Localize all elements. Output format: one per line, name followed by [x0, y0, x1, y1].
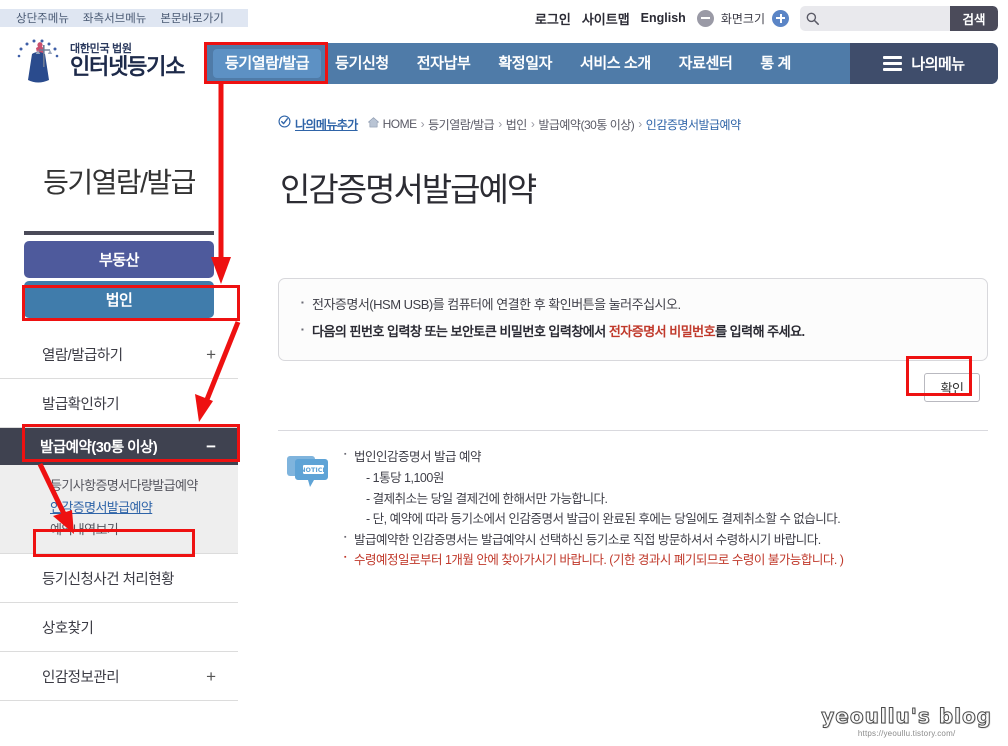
plus-circle-icon[interactable] [772, 9, 789, 27]
skip-link-side-menu[interactable]: 좌측서브메뉴 [83, 10, 146, 26]
sidebar-item-application-status[interactable]: 등기신청사건 처리현황 [0, 554, 238, 604]
svg-text:NOTICE: NOTICE [300, 466, 327, 474]
instruction-line-2-pre: 다음의 핀번호 입력창 또는 보안토큰 비밀번호 입력창에서 [312, 324, 609, 340]
sidebar-tab-corporation[interactable]: 법인 [24, 281, 214, 318]
notice-item: - 단, 예약에 따라 등기소에서 인감증명서 발급이 완료된 후에는 당일에도… [366, 512, 841, 527]
nav-item-data-center[interactable]: 자료센터 [665, 43, 747, 84]
my-menu-button[interactable]: 나의메뉴 [850, 43, 998, 84]
notice-item: - 1통당 1,100원 [366, 470, 444, 485]
logo-text: 대한민국 법원 인터넷등기소 [70, 43, 185, 80]
sidebar-item-bulk-reservation[interactable]: 발급예약(30통 이상) − [0, 428, 238, 465]
page-title: 인감증명서발급예약 [280, 171, 537, 208]
add-to-my-menu-label: 나의메뉴추가 [295, 117, 358, 132]
add-to-my-menu-button[interactable]: 나의메뉴추가 [278, 115, 358, 133]
sidebar-item-label: 인감정보관리 [42, 669, 120, 686]
sidebar-submenu: 등기사항증명서다량발급예약 인감증명서발급예약 예약내역보기 [0, 465, 238, 555]
sidebar-tab-real-estate[interactable]: 부동산 [24, 241, 214, 278]
notice-text-list: 법인인감증명서 발급 예약 - 1통당 1,100원 - 결제취소는 당일 결제… [344, 447, 988, 571]
instruction-line-2: 다음의 핀번호 입력창 또는 보안토큰 비밀번호 입력창에서 전자증명서 비밀번… [301, 322, 965, 342]
skip-link-content[interactable]: 본문바로가기 [160, 10, 223, 26]
home-icon[interactable] [367, 116, 380, 132]
sidebar-title: 등기열람/발급 [43, 167, 196, 198]
instruction-line-1: 전자증명서(HSM USB)를 컴퓨터에 연결한 후 확인버튼을 눌러주십시오. [301, 295, 965, 315]
sidebar-item-label: 발급예약(30통 이상) [40, 440, 158, 456]
breadcrumb-item-registry-view[interactable]: 등기열람/발급 [428, 116, 495, 133]
sidebar-item-label: 상호찾기 [42, 620, 94, 637]
instruction-line-2-post: 를 입력해 주세요. [715, 324, 805, 340]
instruction-highlight: 전자증명서 비밀번호 [608, 324, 716, 340]
page-root: 상단주메뉴 좌측서브메뉴 본문바로가기 로그인 사이트맵 English 화면크… [0, 0, 1008, 746]
breadcrumb-separator: › [530, 117, 535, 131]
breadcrumb: 나의메뉴추가 HOME › 등기열람/발급 › 법인 › 발급예약(30통 이상… [278, 112, 988, 136]
notice-section: NOTICE 법인인감증명서 발급 예약 - 1통당 1,100원 - 결제취소… [278, 447, 988, 571]
nav-item-statistics[interactable]: 통 계 [746, 43, 805, 84]
watermark-url: https://yeoullu.tistory.com/ [857, 729, 956, 738]
sidebar-subitem-reservation-history[interactable]: 예약내역보기 [0, 519, 238, 541]
logo-title: 인터넷등기소 [70, 54, 185, 80]
notice-item: - 결제취소는 당일 결제건에 한해서만 가능합니다. [366, 491, 608, 506]
sidebar-subitem-seal-certificate-reservation[interactable]: 인감증명서발급예약 [0, 497, 238, 519]
breadcrumb-trail: HOME › 등기열람/발급 › 법인 › 발급예약(30통 이상) › 인감증… [367, 116, 741, 133]
search-icon [800, 12, 824, 25]
main-content: 나의메뉴추가 HOME › 등기열람/발급 › 법인 › 발급예약(30통 이상… [278, 112, 988, 571]
minus-circle-icon[interactable] [696, 9, 714, 27]
global-nav: 등기열람/발급 등기신청 전자납부 확정일자 서비스 소개 자료센터 통 계 나… [205, 43, 998, 84]
expand-plus-icon: + [206, 666, 216, 686]
blog-watermark: yeoullu's blog https://yeoullu.tistory.c… [821, 704, 992, 739]
sidebar-subitem-bulk-certificate[interactable]: 등기사항증명서다량발급예약 [0, 475, 238, 497]
confirm-button-row: 확인 [278, 373, 988, 403]
court-scales-emblem-icon [12, 36, 64, 86]
breadcrumb-item-corporation[interactable]: 법인 [506, 116, 528, 133]
hamburger-icon [883, 56, 903, 71]
utility-bar: 로그인 사이트맵 English 화면크기 검색 [535, 5, 998, 31]
sidebar-item-seal-info-management[interactable]: 인감정보관리 + [0, 652, 238, 702]
skip-links-bar: 상단주메뉴 좌측서브메뉴 본문바로가기 [0, 9, 248, 27]
notice-item: 발급예약한 인감증명서는 발급예약시 선택하신 등기소로 직접 방문하셔서 수령… [344, 530, 988, 551]
content-divider [278, 430, 988, 432]
nav-item-epayment[interactable]: 전자납부 [403, 43, 485, 84]
screen-size-label: 화면크기 [720, 11, 765, 26]
notice-item: 법인인감증명서 발급 예약 [344, 447, 988, 468]
breadcrumb-item-bulk-reservation[interactable]: 발급예약(30통 이상) [538, 116, 634, 133]
breadcrumb-item-home[interactable]: HOME [383, 117, 418, 131]
sidebar-menu-list: 열람/발급하기 + 발급확인하기 발급예약(30통 이상) − 등기사항증명서다… [0, 330, 238, 702]
sidebar-divider [24, 231, 214, 235]
search-input[interactable] [824, 5, 950, 31]
sidebar-item-label: 열람/발급하기 [42, 347, 123, 364]
nav-item-fixed-date[interactable]: 확정일자 [484, 43, 566, 84]
site-logo[interactable]: 대한민국 법원 인터넷등기소 [12, 36, 185, 86]
notice-speech-bubble-icon: NOTICE [286, 449, 330, 493]
breadcrumb-separator: › [498, 117, 502, 131]
sidebar-item-view-issue[interactable]: 열람/발급하기 + [0, 330, 238, 379]
expand-plus-icon: + [206, 344, 216, 364]
sitemap-link[interactable]: 사이트맵 [582, 9, 630, 28]
sidebar-item-issue-check[interactable]: 발급확인하기 [0, 379, 238, 428]
global-nav-items: 등기열람/발급 등기신청 전자납부 확정일자 서비스 소개 자료센터 통 계 [205, 43, 850, 84]
sidebar-item-label: 발급확인하기 [42, 396, 120, 413]
collapse-minus-icon: − [206, 437, 216, 456]
breadcrumb-separator: › [638, 117, 642, 131]
skip-link-top-menu[interactable]: 상단주메뉴 [16, 10, 69, 26]
instruction-box: 전자증명서(HSM USB)를 컴퓨터에 연결한 후 확인버튼을 눌러주십시오.… [278, 278, 988, 362]
search-button[interactable]: 검색 [950, 5, 998, 31]
nav-item-registry-view[interactable]: 등기열람/발급 [213, 49, 322, 78]
sidebar-item-find-company-name[interactable]: 상호찾기 [0, 603, 238, 653]
confirm-button[interactable]: 확인 [924, 373, 980, 403]
nav-item-registry-application[interactable]: 등기신청 [321, 43, 403, 84]
notice-item: 수령예정일로부터 1개월 안에 찾아가시기 바랍니다. (기한 경과시 폐기되므… [344, 550, 988, 571]
watermark-title: yeoullu's blog [821, 704, 992, 729]
sidebar: 등기열람/발급 부동산 법인 열람/발급하기 + 발급확인하기 발급예약(30통… [0, 143, 238, 702]
my-menu-label: 나의메뉴 [911, 56, 965, 73]
search-box: 검색 [800, 5, 998, 31]
login-link[interactable]: 로그인 [535, 9, 571, 28]
screen-size-control: 화면크기 [696, 9, 789, 27]
nav-item-service-intro[interactable]: 서비스 소개 [566, 43, 665, 84]
english-link[interactable]: English [641, 11, 686, 25]
sidebar-item-label: 등기신청사건 처리현황 [42, 571, 174, 588]
breadcrumb-separator: › [420, 117, 425, 131]
check-circle-icon [278, 115, 291, 133]
breadcrumb-item-current: 인감증명서발급예약 [645, 117, 741, 132]
